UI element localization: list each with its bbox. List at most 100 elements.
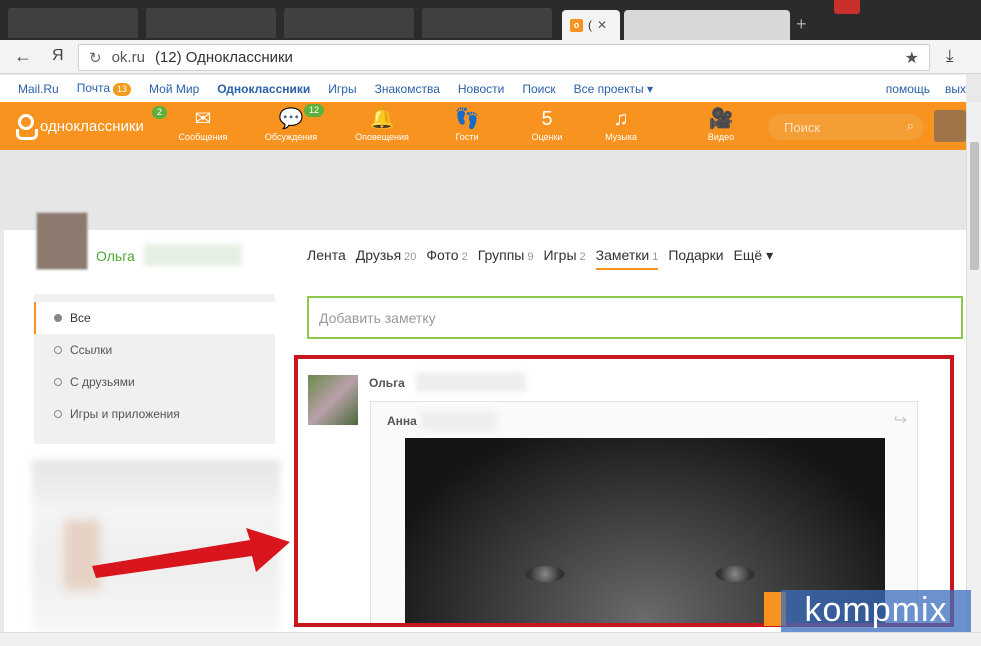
search-icon[interactable]: ⌕: [907, 118, 914, 134]
add-note-placeholder: Добавить заметку: [319, 309, 436, 326]
notes-filter-menu: Все Ссылки С друзьями Игры и приложения: [34, 294, 275, 444]
tab-label: Ещё ▾: [733, 247, 774, 263]
note-post-highlighted: Ольга Анна ↪: [294, 355, 954, 627]
blurred-author-surname: [416, 372, 526, 392]
horizontal-scrollbar[interactable]: [0, 632, 981, 646]
browser-tab[interactable]: [284, 8, 414, 38]
ok-logo-text: одноклассники: [40, 117, 144, 135]
portal-link[interactable]: Новости: [458, 82, 504, 96]
nav-footprints[interactable]: 👣 Гости: [432, 106, 502, 142]
exit-link[interactable]: вых: [945, 82, 966, 96]
url-domain: ok.ru: [111, 49, 145, 66]
nav-label: Оценки: [531, 132, 563, 142]
tab-count: 2: [579, 251, 586, 263]
mail-count-badge: 13: [113, 83, 132, 96]
nav-music[interactable]: ♫ Музыка: [586, 106, 656, 142]
profile-avatar[interactable]: [36, 212, 88, 270]
filter-item[interactable]: Все: [34, 302, 275, 334]
portal-link-label: Новости: [457, 81, 505, 96]
portal-link[interactable]: Мой Мир: [149, 82, 199, 96]
tab-6[interactable]: Заметки 1: [595, 247, 659, 270]
scrollbar-thumb[interactable]: [970, 142, 979, 270]
nav-envelope[interactable]: ✉ Сообщения: [168, 106, 238, 142]
avatar[interactable]: [934, 110, 966, 142]
tab-5[interactable]: Игры 2: [543, 247, 585, 270]
post-author-name[interactable]: Ольга: [369, 376, 405, 390]
portal-link-label: Mail.Ru: [18, 81, 59, 96]
tab-label: Игры: [543, 247, 577, 263]
back-arrow-icon[interactable]: ←: [14, 46, 32, 67]
url-input[interactable]: ↻ ok.ru (12) Одноклассники ★: [78, 44, 930, 71]
bookmark-star-icon[interactable]: ★: [905, 48, 919, 68]
nav-chat[interactable]: 💬 Обсуждения 12: [256, 104, 326, 142]
portal-nav: Mail.Ru Почта 13 Мой Мир Одноклассники Игры Зн…: [0, 75, 966, 102]
vertical-scrollbar[interactable]: [966, 102, 981, 632]
browser-tab-active[interactable]: о ( ✕: [562, 10, 620, 40]
browser-tab[interactable]: [146, 8, 276, 38]
portal-link[interactable]: Знакомства: [375, 82, 440, 96]
download-icon[interactable]: ⤓: [946, 46, 954, 66]
radio-dot-icon: [54, 314, 62, 322]
tab-label: Лента: [307, 247, 346, 263]
bell-icon: 🔔: [369, 108, 395, 130]
share-icon[interactable]: ↪: [894, 410, 907, 430]
filter-item[interactable]: Ссылки: [34, 334, 275, 366]
nav-video-camera[interactable]: 🎥 Видео: [686, 106, 756, 142]
envelope-icon: ✉: [194, 108, 212, 130]
reload-icon[interactable]: ↻: [89, 49, 102, 67]
ok-logo[interactable]: одноклассники: [14, 114, 144, 140]
filter-label: Все: [70, 311, 91, 325]
nav-label: Обсуждения: [264, 132, 318, 142]
tab-4[interactable]: Группы 9: [478, 247, 534, 270]
new-tab-icon[interactable]: +: [796, 14, 807, 35]
post-author-avatar[interactable]: [308, 375, 358, 425]
shared-author-name[interactable]: Анна: [387, 414, 417, 428]
help-link[interactable]: помощь: [886, 82, 930, 96]
portal-link[interactable]: Игры: [328, 82, 356, 96]
tab-label: Фото: [426, 247, 459, 263]
browser-tab[interactable]: [8, 8, 138, 38]
portal-link[interactable]: Все проекты ▾: [574, 82, 653, 96]
yandex-icon[interactable]: Я: [52, 47, 64, 65]
tab-3[interactable]: Фото 2: [426, 247, 467, 270]
blurred-shared-surname: [421, 411, 497, 431]
portal-link-label: Знакомства: [374, 81, 440, 96]
add-note-input[interactable]: Добавить заметку: [307, 296, 963, 339]
tab-7[interactable]: Подарки: [668, 247, 723, 270]
nav-bell[interactable]: 🔔 Оповещения: [347, 106, 417, 142]
tab-label: Подарки: [668, 247, 724, 263]
portal-link-label: Поиск: [522, 81, 556, 96]
portal-link-label: Все проекты ▾: [573, 81, 654, 96]
portal-link-label: Почта: [76, 81, 111, 95]
filter-item[interactable]: Игры и приложения: [34, 398, 275, 430]
portal-link[interactable]: Одноклассники: [217, 82, 310, 96]
tab-count: 2: [461, 251, 468, 263]
portal-link[interactable]: Поиск: [522, 82, 555, 96]
lion-eye: [715, 566, 755, 582]
portal-link-label: Мой Мир: [149, 81, 200, 96]
browser-tab[interactable]: [422, 8, 552, 38]
tab-8[interactable]: Ещё ▾: [734, 247, 774, 270]
nav-label: Гости: [455, 132, 479, 142]
tab-label: Друзья: [355, 247, 402, 263]
search-input[interactable]: Поиск ⌕: [768, 114, 924, 140]
browser-tab[interactable]: [624, 10, 790, 40]
red-arrow-annotation: [92, 528, 290, 578]
window-close-button[interactable]: [834, 0, 860, 14]
address-bar: ← Я ↻ ok.ru (12) Одноклассники ★ ⤓: [0, 40, 981, 74]
filter-item[interactable]: С друзьями: [34, 366, 275, 398]
close-icon[interactable]: ✕: [597, 18, 607, 32]
nav-label: Оповещения: [355, 132, 409, 142]
tab-count: 9: [527, 251, 534, 263]
tab-1[interactable]: Лента: [307, 247, 346, 270]
tab-count: 1: [652, 251, 659, 263]
video-camera-icon: 🎥: [708, 108, 734, 130]
portal-link[interactable]: Почта 13: [76, 81, 132, 96]
nav-label: Музыка: [605, 132, 637, 142]
portal-link[interactable]: Mail.Ru: [18, 82, 59, 96]
nav-rating[interactable]: 5 Оценки: [512, 106, 582, 142]
logo-badge: 2: [152, 106, 168, 119]
profile-name[interactable]: Ольга: [96, 248, 135, 264]
tab-2[interactable]: Друзья 20: [356, 247, 417, 270]
ok-logo-icon: [14, 114, 38, 140]
